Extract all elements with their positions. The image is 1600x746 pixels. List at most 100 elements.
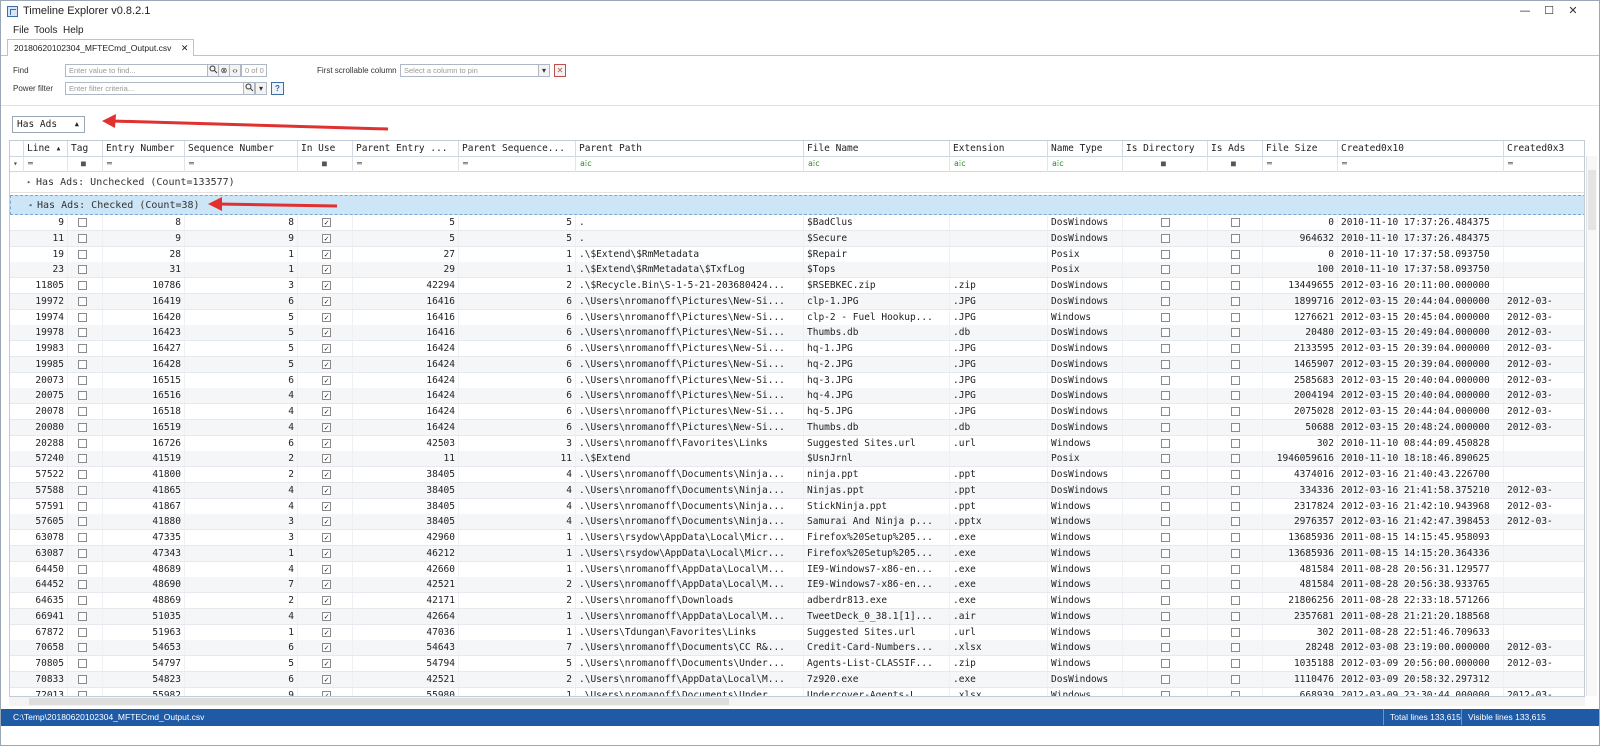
filter-name-type[interactable]: a⁞c [1048,157,1123,172]
checkbox[interactable] [1231,580,1240,590]
checkbox[interactable] [1231,359,1240,369]
filter-sequence-number[interactable]: ═ [185,157,298,172]
checkbox[interactable] [78,517,87,527]
column-header-name-type[interactable]: Name Type [1048,141,1123,157]
checkbox[interactable] [78,328,87,338]
checkbox[interactable] [1231,265,1240,275]
minimize-button[interactable]: — [1517,4,1533,19]
checkbox[interactable] [1161,265,1170,275]
checkbox[interactable] [1161,312,1170,322]
find-input[interactable]: Enter value to find... [65,64,208,77]
checkbox[interactable] [78,249,87,259]
checkbox[interactable]: ✓ [322,359,331,369]
checkbox[interactable] [78,422,87,432]
checkbox[interactable] [78,312,87,322]
expand-icon[interactable]: ▸ [27,173,31,192]
table-row[interactable]: 20073 16515 6 ✓ 16424 6 .\Users\nromanoff\Pict… [10,372,1584,389]
help-button[interactable]: ? [271,82,284,95]
table-row[interactable]: 70658 54653 6 ✓ 54643 7 .\Users\nromanoff\Docu… [10,640,1584,657]
table-row[interactable]: 11 9 9 ✓ 5 5. $Secure DosWindows 964632 2010-11-1… [10,230,1584,247]
table-row[interactable]: 72013 55982 9 ✓ 55980 1 .\Users\nromanoff\Docu… [10,687,1584,696]
checkbox[interactable] [1231,281,1240,290]
pin-column-dropdown-icon[interactable]: ▾ [538,64,550,77]
pin-column-select[interactable]: Select a column to pin [400,64,539,77]
filter-search-icon[interactable] [243,82,255,95]
table-row[interactable]: 19974 16420 5 ✓ 16416 6 .\Users\nromanoff\Pict… [10,309,1584,326]
table-row[interactable]: 57240 41519 2 ✓ 11 11 .\$Extend $UsnJrnl Posix 19… [10,451,1584,468]
table-row[interactable]: 20075 16516 4 ✓ 16424 6 .\Users\nromanoff\Pict… [10,388,1584,405]
checkbox[interactable]: ✓ [322,233,331,243]
checkbox[interactable]: ✓ [322,328,331,338]
table-row[interactable]: 64452 48690 7 ✓ 42521 2 .\Users\nromanoff\AppD… [10,577,1584,594]
checkbox[interactable] [1161,564,1170,574]
tab-close-icon[interactable]: ✕ [181,40,189,56]
checkbox[interactable]: ✓ [322,422,331,432]
table-row[interactable]: 19985 16428 5 ✓ 16424 6 .\Users\nromanoff\Pict… [10,356,1584,373]
checkbox[interactable] [1231,596,1240,605]
checkbox[interactable] [1231,564,1240,574]
table-row[interactable]: 23 31 1 ✓ 29 1 .\$Extend\$RmMetadata\$TxfLog $T… [10,262,1584,279]
column-header-entry-number[interactable]: Entry Number [103,141,185,157]
checkbox[interactable] [1231,659,1240,668]
filter-file-name[interactable]: a⁞c [804,157,950,172]
filter-parent-entry[interactable]: ═ [353,157,459,172]
filter-in-use[interactable]: ■ [298,157,353,172]
checkbox[interactable] [78,627,87,637]
checkbox[interactable] [1161,422,1170,432]
checkbox[interactable] [78,391,87,401]
checkbox[interactable]: ✓ [322,470,331,479]
table-row[interactable]: 70805 54797 5 ✓ 54794 5 .\Users\nromanoff\Docu… [10,656,1584,672]
checkbox[interactable]: ✓ [322,643,331,653]
checkbox[interactable] [1161,454,1170,464]
filter-parent-sequence[interactable]: ═ [459,157,576,172]
checkbox[interactable]: ✓ [322,580,331,590]
checkbox[interactable] [1161,485,1170,495]
checkbox[interactable]: ✓ [322,391,331,401]
checkbox[interactable] [1161,548,1170,558]
checkbox[interactable] [1231,328,1240,338]
filter-extension[interactable]: a⁞c [950,157,1048,172]
checkbox[interactable] [1231,674,1240,684]
checkbox[interactable] [1231,627,1240,637]
checkbox[interactable] [1231,470,1240,479]
checkbox[interactable]: ✓ [322,674,331,684]
checkbox[interactable]: ✓ [322,375,331,385]
checkbox[interactable] [1231,344,1240,353]
table-row[interactable]: 9 8 8 ✓ 5 5. $BadClus DosWindows 0 2010-11-10 17:… [10,215,1584,231]
filter-parent-path[interactable]: a⁞c [576,157,804,172]
checkbox[interactable] [1231,533,1240,542]
checkbox[interactable] [78,233,87,243]
checkbox[interactable] [1231,312,1240,322]
close-button[interactable]: ✕ [1565,4,1581,19]
checkbox[interactable] [78,596,87,605]
filter-is-directory[interactable]: ■ [1123,157,1208,172]
checkbox[interactable]: ✓ [322,596,331,605]
checkbox[interactable] [78,611,87,621]
column-header-created0x30[interactable]: Created0x3 [1504,141,1584,157]
column-header-extension[interactable]: Extension [950,141,1048,157]
horizontal-scrollbar[interactable] [9,697,1585,706]
checkbox[interactable] [1231,501,1240,511]
checkbox[interactable]: ✓ [322,501,331,511]
checkbox[interactable]: ✓ [322,296,331,306]
checkbox[interactable] [78,533,87,542]
checkbox[interactable] [1161,438,1170,448]
checkbox[interactable] [1161,501,1170,511]
table-row[interactable]: 64450 48689 4 ✓ 42660 1 .\Users\nromanoff\AppD… [10,561,1584,578]
checkbox[interactable] [1161,249,1170,259]
checkbox[interactable] [78,265,87,275]
table-row[interactable]: 66941 51035 4 ✓ 42664 1 .\Users\nromanoff\AppD… [10,608,1584,625]
checkbox[interactable]: ✓ [322,438,331,448]
column-header-parent-entry[interactable]: Parent Entry ... [353,141,459,157]
checkbox[interactable]: ✓ [322,344,331,353]
table-row[interactable]: 57591 41867 4 ✓ 38405 4 .\Users\nromanoff\Docu… [10,498,1584,515]
table-row[interactable]: 19 28 1 ✓ 27 1 .\$Extend\$RmMetadata $Repair Pos… [10,246,1584,263]
filter-file-size[interactable]: ═ [1263,157,1338,172]
checkbox[interactable] [78,281,87,290]
checkbox[interactable] [78,296,87,306]
table-row[interactable]: 70833 54823 6 ✓ 42521 2 .\Users\nromanoff\AppD… [10,671,1584,688]
checkbox[interactable] [1161,233,1170,243]
checkbox[interactable] [1161,533,1170,542]
checkbox[interactable] [1161,218,1170,227]
checkbox[interactable] [1231,517,1240,527]
